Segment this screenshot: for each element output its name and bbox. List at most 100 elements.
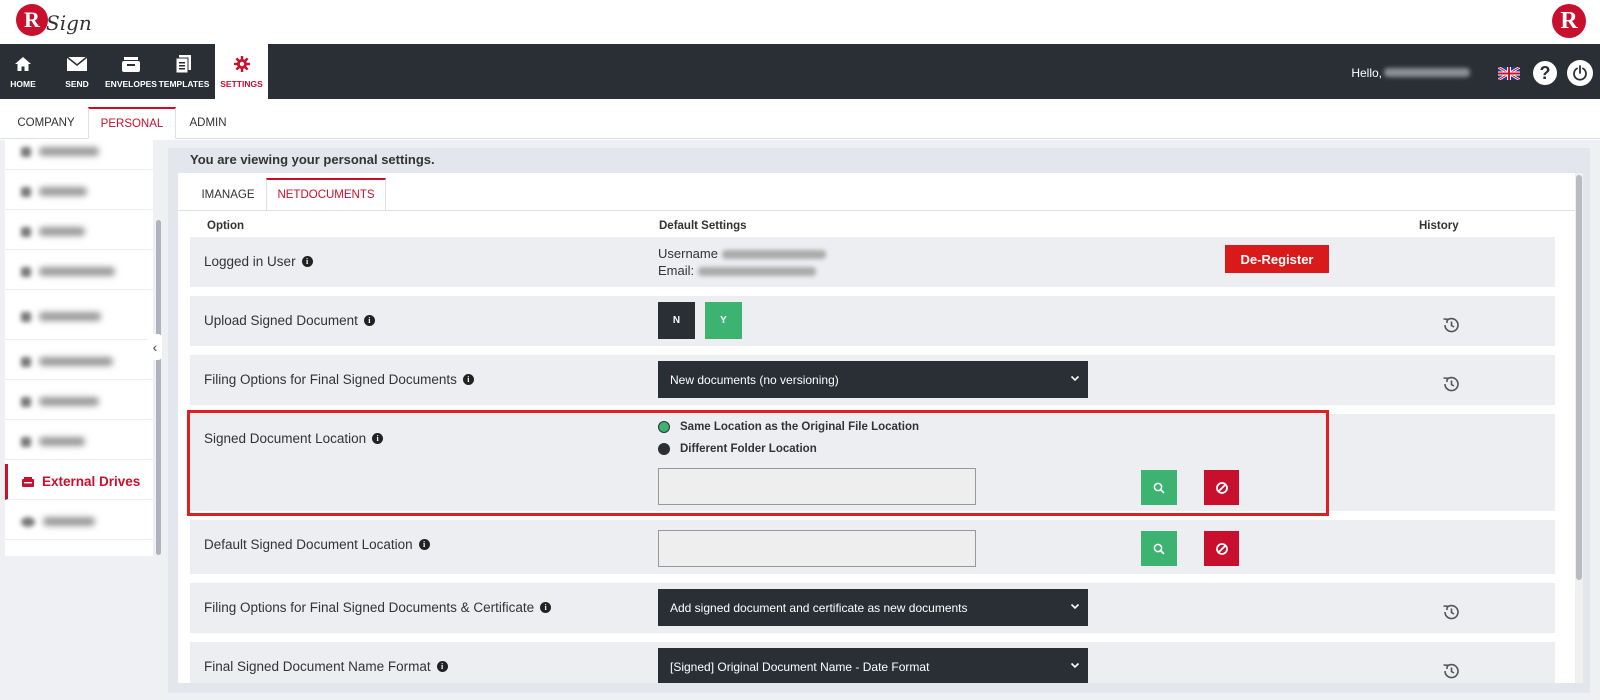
sidebar-item-storage[interactable] [5, 174, 153, 210]
nav-send-label: SEND [65, 78, 89, 89]
radio-different-folder[interactable]: Different Folder Location [658, 443, 817, 455]
sidebar-item-enterprise-workflow[interactable] [5, 294, 153, 340]
radio-same-location-label: Same Location as the Original File Locat… [680, 421, 919, 433]
name-format-text: Final Signed Document Name Format [204, 659, 431, 674]
envelope-icon [67, 55, 87, 73]
drive-icon [22, 476, 34, 487]
templates-icon [174, 54, 194, 73]
info-icon[interactable]: i [363, 315, 375, 326]
browse-default-folder-button[interactable] [1141, 531, 1177, 566]
search-icon [1153, 482, 1165, 494]
info-icon[interactable]: i [418, 539, 430, 550]
clear-default-folder-button[interactable] [1204, 531, 1239, 566]
column-default-settings: Default Settings [659, 220, 747, 232]
upload-no-button[interactable]: N [658, 302, 695, 339]
column-history: History [1419, 220, 1459, 232]
history-icon[interactable] [1441, 374, 1461, 394]
sidebar-scrollbar[interactable] [156, 220, 161, 555]
logo-word: Sign [46, 11, 92, 35]
username-redacted [721, 250, 826, 260]
signed-document-location-text: Signed Document Location [204, 431, 367, 446]
info-icon[interactable]: i [372, 433, 384, 444]
tab-netdocuments[interactable]: NETDOCUMENTS [266, 178, 386, 211]
filing-certificate-value: Add signed document and certificate as n… [670, 600, 968, 615]
filing-options-select[interactable]: New documents (no versioning) [658, 361, 1088, 398]
row-logged-in-user: Logged in User i Username Email: De-Regi… [190, 237, 1555, 287]
main-scrollbar[interactable] [1575, 173, 1583, 683]
row-name-format: Final Signed Document Name Format i [Sig… [190, 642, 1555, 683]
logo-bar: R Sign R [0, 0, 1600, 44]
sidebar-item-contacts[interactable] [5, 504, 153, 540]
info-icon[interactable]: i [462, 374, 474, 385]
username-line: Username [658, 246, 826, 261]
upload-signed-document-text: Upload Signed Document [204, 313, 358, 328]
gear-icon [232, 55, 252, 73]
sidebar-item-e-disclosure[interactable] [5, 254, 153, 290]
tab-imanage[interactable]: IMANAGE [188, 178, 268, 211]
filing-options-value: New documents (no versioning) [670, 372, 839, 387]
clear-folder-button[interactable] [1204, 470, 1239, 505]
info-icon[interactable]: i [301, 256, 313, 267]
user-name-redacted [1384, 68, 1470, 77]
row-default-signed-document-location: Default Signed Document Location i [190, 520, 1555, 574]
filing-certificate-label: Filing Options for Final Signed Document… [204, 600, 552, 615]
row-filing-options: Filing Options for Final Signed Document… [190, 355, 1555, 405]
logo-letter: R [16, 4, 48, 36]
sidebar-item-template[interactable] [5, 140, 153, 170]
brand-badge: R [1552, 4, 1586, 38]
browse-folder-button[interactable] [1141, 470, 1177, 505]
name-format-select[interactable]: [Signed] Original Document Name - Date F… [658, 648, 1088, 683]
nav-settings-label: SETTINGS [220, 78, 263, 89]
rsign-logo[interactable]: R Sign [16, 4, 92, 36]
home-icon [13, 55, 33, 73]
settings-sidebar: External Drives [5, 140, 153, 556]
row-filing-options-certificate: Filing Options for Final Signed Document… [190, 583, 1555, 633]
tab-company[interactable]: COMPANY [8, 107, 84, 139]
sidebar-item-privacy[interactable] [5, 424, 153, 460]
nav-home-label: HOME [10, 78, 36, 89]
row-signed-document-location: Signed Document Location i Same Location… [190, 414, 1555, 511]
personal-settings-notice: You are viewing your personal settings. [190, 152, 435, 167]
radio-same-location[interactable]: Same Location as the Original File Locat… [658, 421, 919, 433]
info-icon[interactable]: i [540, 602, 552, 613]
row-upload-signed-document: Upload Signed Document i N Y [190, 296, 1555, 346]
chevron-down-icon [1070, 662, 1080, 669]
hello-text: Hello, [1351, 66, 1382, 80]
sidebar-item-service-plan[interactable] [5, 344, 153, 380]
history-icon[interactable] [1441, 602, 1461, 622]
de-register-button[interactable]: De-Register [1225, 245, 1329, 273]
main-scrollbar-thumb[interactable] [1576, 175, 1582, 580]
chevron-down-icon [1070, 375, 1080, 382]
nav-send[interactable]: SEND [52, 44, 102, 99]
tabs-divider [178, 210, 1578, 211]
nav-templates[interactable]: TEMPLATES [158, 44, 210, 99]
tab-personal[interactable]: PERSONAL [88, 107, 176, 139]
nav-templates-label: TEMPLATES [158, 78, 210, 89]
power-icon[interactable] [1567, 60, 1593, 86]
nav-settings[interactable]: SETTINGS [215, 44, 268, 99]
nav-envelopes-label: ENVELOPES [105, 78, 157, 89]
logged-in-user-text: Logged in User [204, 254, 296, 269]
sidebar-item-external-drives[interactable]: External Drives [5, 464, 153, 500]
main-nav: HOME SEND ENVELOPES TEMPLATES SETTINGS H… [0, 44, 1600, 99]
sidebar-collapse-button[interactable]: ‹ [148, 334, 162, 360]
upload-yes-button[interactable]: Y [705, 302, 742, 339]
history-icon[interactable] [1441, 661, 1461, 681]
sidebar-item-advanced[interactable] [5, 384, 153, 420]
tab-admin[interactable]: ADMIN [180, 107, 236, 139]
history-icon[interactable] [1441, 315, 1461, 335]
email-redacted [697, 267, 816, 277]
help-icon[interactable]: ? [1533, 61, 1557, 85]
filing-options-label: Filing Options for Final Signed Document… [204, 372, 474, 387]
nav-envelopes[interactable]: ENVELOPES [103, 44, 159, 99]
name-format-value: [Signed] Original Document Name - Date F… [670, 659, 930, 674]
filing-certificate-text: Filing Options for Final Signed Document… [204, 600, 535, 615]
default-location-input[interactable] [658, 530, 976, 567]
settings-tabs: COMPANY PERSONAL ADMIN [0, 99, 1600, 139]
folder-location-input[interactable] [658, 468, 976, 505]
nav-home[interactable]: HOME [0, 44, 46, 99]
filing-certificate-select[interactable]: Add signed document and certificate as n… [658, 589, 1088, 626]
uk-flag-icon[interactable] [1498, 67, 1520, 80]
info-icon[interactable]: i [436, 661, 448, 672]
sidebar-item-system[interactable] [5, 214, 153, 250]
